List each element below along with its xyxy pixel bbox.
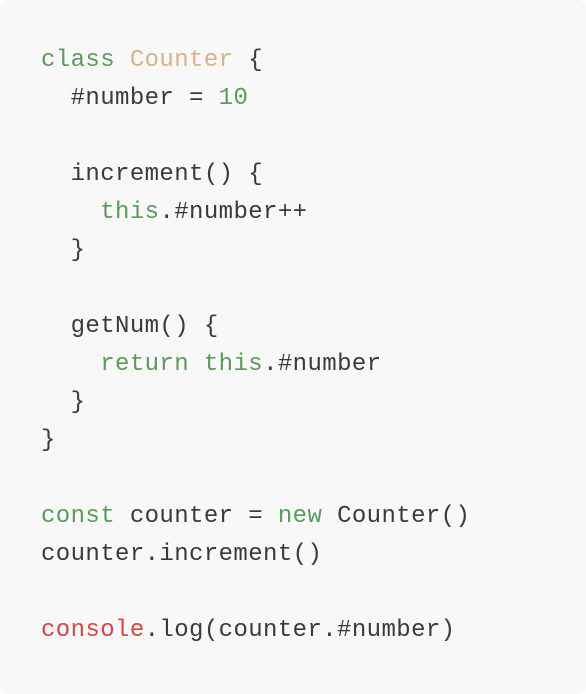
code-line-10: } [41,384,470,422]
global-token: console [41,617,145,644]
keyword-token: new [277,503,323,530]
code-line-11: } [41,422,470,460]
keyword-token: this [203,351,264,378]
plain-token: Counter() [322,503,471,530]
number-token: 10 [218,85,249,112]
plain-token: getNum() { [41,313,219,340]
plain-token: increment() { [41,161,264,188]
code-line-16: console.log(counter.#number) [41,612,470,650]
keyword-token: const [41,503,116,530]
code-line-14: counter.increment() [41,536,470,574]
plain-token: { [233,47,264,74]
code-line-8: getNum() { [41,308,470,346]
plain-token: counter = [115,503,278,530]
code-block: class Counter { #number = 10 increment()… [41,42,470,650]
indent-token [41,351,100,378]
code-line-13: const counter = new Counter() [41,498,470,536]
code-panel: class Counter { #number = 10 increment()… [0,0,586,694]
indent-token [41,199,100,226]
keyword-token: return [100,351,190,378]
code-line-9: return this.#number [41,346,470,384]
plain-token: counter.increment() [41,541,323,568]
keyword-token: class [41,47,116,74]
plain-token: } [41,427,56,454]
plain-token: .log(counter.#number) [144,617,456,644]
code-line-6: } [41,232,470,270]
keyword-token: this [100,199,160,226]
plain-token: .#number [263,351,382,378]
code-line-2: #number = 10 [41,80,470,118]
code-line-5: this.#number++ [41,194,470,232]
plain-token: .#number++ [159,199,308,226]
plain-token: #number = [41,85,219,112]
code-line-4: increment() { [41,156,470,194]
code-line-1: class Counter { [41,42,470,80]
class-name-token: Counter [129,47,234,74]
plain-token: } [41,237,86,264]
plain-token: } [41,389,86,416]
